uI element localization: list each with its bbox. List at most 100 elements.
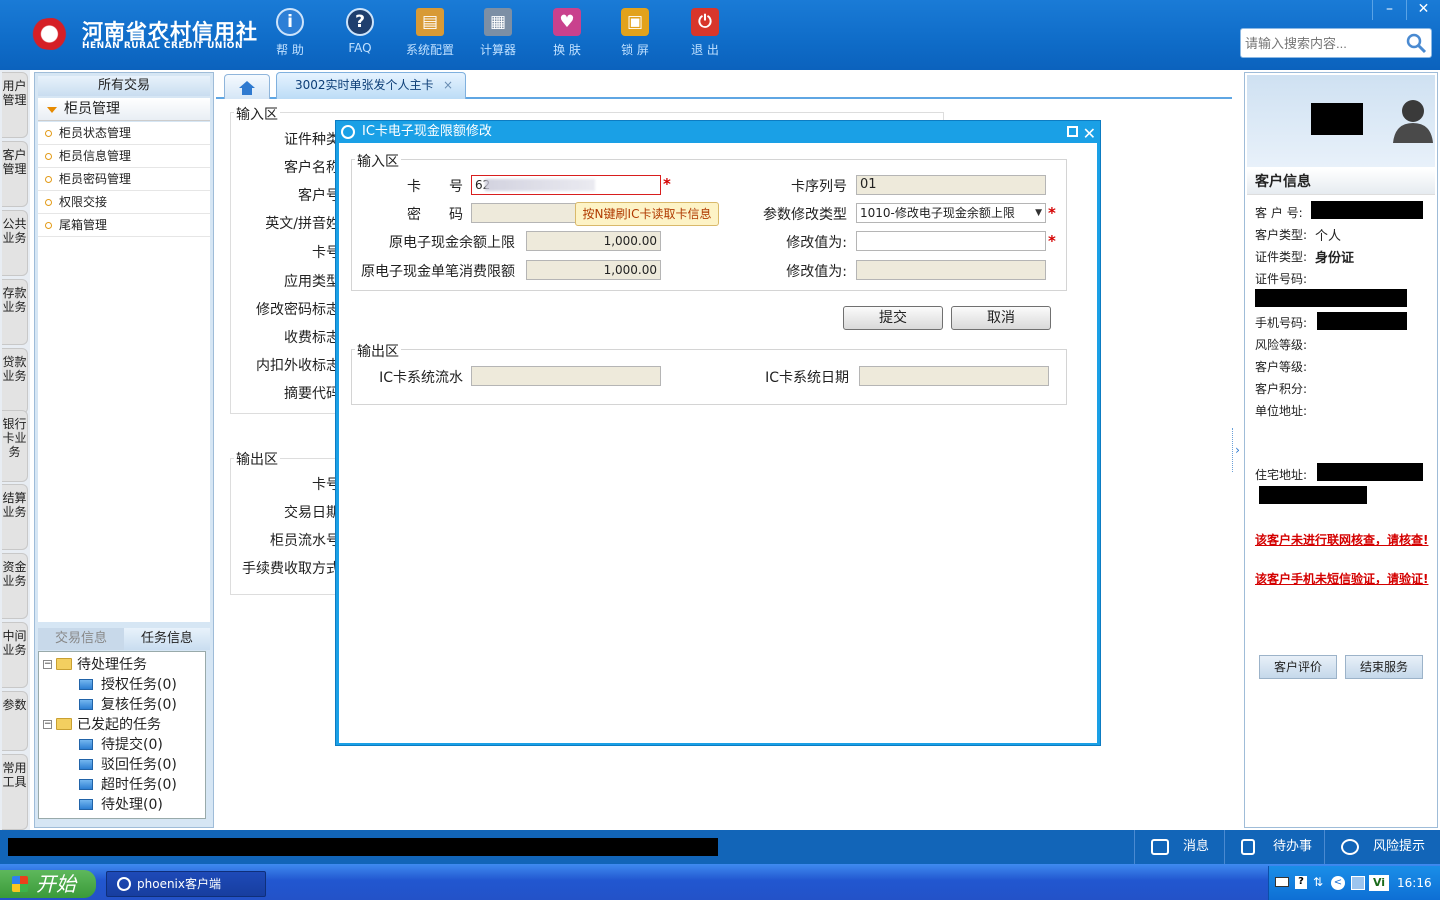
warning-sms-verify[interactable]: 该客户手机未短信验证，请验证! [1255, 570, 1433, 588]
all-transactions-header[interactable]: 所有交易 [38, 76, 210, 96]
close-window-button[interactable]: ✕ [1406, 0, 1440, 20]
logo: 河南省农村信用社 HENAN RURAL CREDIT UNION [22, 14, 257, 56]
close-icon[interactable]: ✕ [1083, 123, 1096, 145]
param-type-select[interactable]: 1010-修改电子现金余额上限 ▼ [856, 203, 1046, 223]
tree-node-auth[interactable]: 授权任务(0) [79, 674, 177, 694]
tree-node-rejected[interactable]: 驳回任务(0) [79, 754, 177, 774]
tab-task-info[interactable]: 任务信息 [124, 628, 210, 650]
tree-node-initiated[interactable]: − 已发起的任务 [43, 714, 161, 734]
search-icon[interactable] [1405, 32, 1427, 54]
vtab-settlement[interactable]: 结算业务 [2, 484, 28, 550]
home-tab[interactable] [224, 74, 270, 99]
bg-label: 内扣外收标志 [256, 358, 340, 374]
minimize-button[interactable]: – [1372, 0, 1406, 20]
file-icon [79, 798, 93, 810]
risk-alert-button[interactable]: 风险提示 [1324, 830, 1440, 864]
messages-button[interactable]: 消息 [1134, 830, 1224, 864]
tree-node-timeout[interactable]: 超时任务(0) [79, 774, 177, 794]
lock-screen-button[interactable]: ▣ 锁 屏 [603, 8, 667, 58]
warning-network-check[interactable]: 该客户未进行联网核查，请核查! [1255, 531, 1433, 549]
file-icon [79, 678, 93, 690]
teller-mgmt-group[interactable]: 柜员管理 [38, 98, 210, 121]
vpn-icon[interactable]: Vi [1369, 875, 1389, 891]
vtab-intermediary[interactable]: 中间业务 [2, 622, 28, 688]
system-config-button[interactable]: ▤ 系统配置 [398, 8, 462, 58]
help-button[interactable]: i帮 助 [258, 8, 322, 58]
end-service-button[interactable]: 结束服务 [1345, 655, 1423, 679]
bg-label: 手续费收取方式 [242, 561, 340, 577]
menu-item-tail-box[interactable]: 尾箱管理 [38, 214, 210, 237]
app-icon [341, 125, 355, 139]
vtab-funds[interactable]: 资金业务 [2, 553, 28, 619]
redacted-block [1311, 103, 1363, 135]
orig-balance-input[interactable]: 1,000.00 [526, 231, 661, 251]
ic-date-output[interactable] [859, 366, 1049, 386]
network-icon[interactable]: ⇅ [1313, 875, 1323, 889]
modify-value-input[interactable] [856, 231, 1046, 251]
card-seq-input[interactable]: 01 [856, 175, 1046, 195]
tree-node-review[interactable]: 复核任务(0) [79, 694, 177, 714]
menu-item-permission-handover[interactable]: 权限交接 [38, 191, 210, 214]
calculator-button[interactable]: ▦ 计算器 [466, 8, 530, 58]
skin-button[interactable]: ♥ 换 肤 [535, 8, 599, 58]
power-icon: ⏻ [691, 8, 719, 36]
modify-value-label: 修改值为: [786, 235, 847, 251]
keyboard-icon[interactable] [1275, 877, 1289, 887]
logo-emblem [26, 18, 78, 50]
folder-icon [56, 718, 72, 730]
required-mark: * [1048, 204, 1056, 222]
cancel-button[interactable]: 取消 [951, 306, 1051, 330]
vtab-public-business[interactable]: 公共业务 [2, 210, 28, 276]
maximize-icon[interactable] [1067, 126, 1078, 137]
transaction-sidebar: 所有交易 柜员管理 柜员状态管理 柜员信息管理 柜员密码管理 权限交接 尾箱管理… [34, 72, 214, 828]
tree-node-pending[interactable]: − 待处理任务 [43, 654, 147, 674]
clock: 16:16 [1397, 876, 1432, 890]
faq-button[interactable]: ? FAQ [328, 8, 392, 55]
app-header: 河南省农村信用社 HENAN RURAL CREDIT UNION i帮 助 ?… [0, 0, 1440, 70]
customer-evaluation-button[interactable]: 客户评价 [1259, 655, 1337, 679]
vtab-customer-mgmt[interactable]: 客户管理 [2, 141, 28, 207]
bg-label: 摘要代码 [284, 386, 340, 402]
help-tray-icon[interactable]: ? [1295, 876, 1307, 889]
taskbar-window-phoenix[interactable]: phoenix客户端 [106, 871, 266, 897]
blurred-card-number [485, 179, 595, 191]
menu-item-teller-status[interactable]: 柜员状态管理 [38, 122, 210, 145]
redacted-phone [1317, 312, 1407, 330]
tab-close-icon[interactable]: × [443, 73, 453, 97]
ic-serial-output[interactable] [471, 366, 661, 386]
tree-node-to-handle[interactable]: 待处理(0) [79, 794, 163, 814]
bg-label: 客户名称 [284, 160, 340, 176]
collapse-right-panel-handle[interactable]: › [1232, 428, 1242, 472]
tree-node-to-submit[interactable]: 待提交(0) [79, 734, 163, 754]
menu-item-teller-info[interactable]: 柜员信息管理 [38, 145, 210, 168]
dialog-titlebar[interactable]: IC卡电子现金限额修改 ✕ [336, 121, 1100, 143]
arrow-left-icon[interactable]: < [1331, 876, 1345, 890]
home-addr-label: 住宅地址: [1255, 468, 1308, 482]
orig-single-limit-input[interactable]: 1,000.00 [526, 260, 661, 280]
vtab-deposit[interactable]: 存款业务 [2, 279, 28, 345]
start-button[interactable]: 开始 [0, 870, 96, 898]
tab-transaction-info[interactable]: 交易信息 [38, 628, 124, 650]
dialog-title: IC卡电子现金限额修改 [362, 124, 492, 139]
message-icon [1151, 839, 1169, 855]
id-type-value: 身份证 [1315, 251, 1355, 266]
file-icon [79, 758, 93, 770]
search-input[interactable] [1241, 29, 1401, 57]
exit-button[interactable]: ⏻ 退 出 [673, 8, 737, 58]
orig-single-limit-label: 原电子现金单笔消费限额 [361, 264, 515, 280]
todo-button[interactable]: 待办事项 [1224, 830, 1324, 888]
menu-item-teller-password[interactable]: 柜员密码管理 [38, 168, 210, 191]
folder-icon [56, 658, 72, 670]
submit-button[interactable]: 提交 [843, 306, 943, 330]
vtab-bank-card[interactable]: 银行卡业务 [2, 410, 28, 482]
redacted-home-addr [1317, 463, 1423, 481]
modify-value-2-input[interactable] [856, 260, 1046, 280]
vtab-common-tools[interactable]: 常用工具 [2, 754, 28, 830]
tab-3002-issue-card[interactable]: 3002实时单张发个人主卡 × [276, 72, 466, 99]
vtab-user-mgmt[interactable]: 用户管理 [2, 72, 28, 138]
vtab-params[interactable]: 参数 [2, 691, 28, 751]
vtab-loan[interactable]: 贷款业务 [2, 348, 28, 414]
monitor-icon[interactable] [1351, 876, 1365, 890]
cust-no-label: 客 户 号: [1255, 206, 1303, 220]
bg-label: 应用类型 [284, 274, 340, 290]
